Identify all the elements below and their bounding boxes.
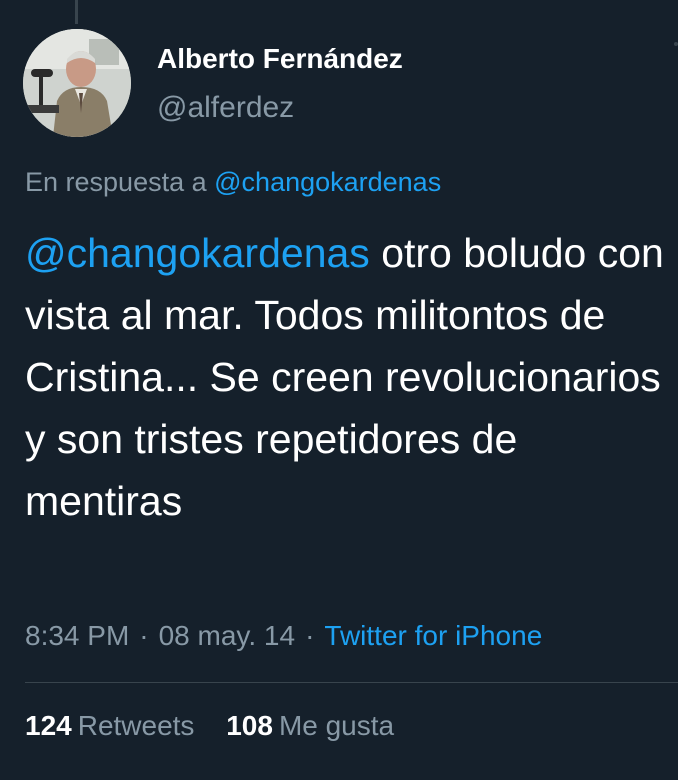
meta-separator: · bbox=[139, 620, 149, 651]
reply-context: En respuesta a @changokardenas bbox=[25, 164, 441, 200]
more-icon[interactable] bbox=[666, 40, 678, 64]
likes-label: Me gusta bbox=[278, 710, 395, 741]
likes-count: 108 bbox=[226, 710, 273, 741]
tweet-source[interactable]: Twitter for iPhone bbox=[324, 620, 542, 651]
tweet-date[interactable]: 08 may. 14 bbox=[159, 620, 295, 651]
retweets-stat[interactable]: 124 Retweets bbox=[25, 706, 194, 746]
tweet-stats: 124 Retweets 108 Me gusta bbox=[25, 706, 394, 746]
retweets-label: Retweets bbox=[77, 710, 195, 741]
avatar[interactable] bbox=[23, 29, 131, 137]
tweet-meta: 8:34 PM · 08 may. 14 · Twitter for iPhone bbox=[25, 616, 542, 656]
tweet-text: @changokardenas otro boludo con vista al… bbox=[25, 222, 673, 532]
reply-to-mention[interactable]: @changokardenas bbox=[214, 167, 441, 197]
meta-separator: · bbox=[305, 620, 315, 651]
retweets-count: 124 bbox=[25, 710, 72, 741]
thread-line bbox=[75, 0, 78, 24]
avatar-photo bbox=[23, 29, 131, 137]
divider bbox=[25, 682, 678, 683]
author-display-name[interactable]: Alberto Fernández bbox=[157, 40, 403, 78]
tweet-author: Alberto Fernández @alferdez bbox=[157, 40, 403, 126]
author-handle[interactable]: @alferdez bbox=[157, 90, 403, 126]
likes-stat[interactable]: 108 Me gusta bbox=[226, 706, 394, 746]
tweet-time[interactable]: 8:34 PM bbox=[25, 620, 129, 651]
reply-prefix: En respuesta a bbox=[25, 167, 207, 197]
tweet-mention[interactable]: @changokardenas bbox=[25, 230, 370, 276]
